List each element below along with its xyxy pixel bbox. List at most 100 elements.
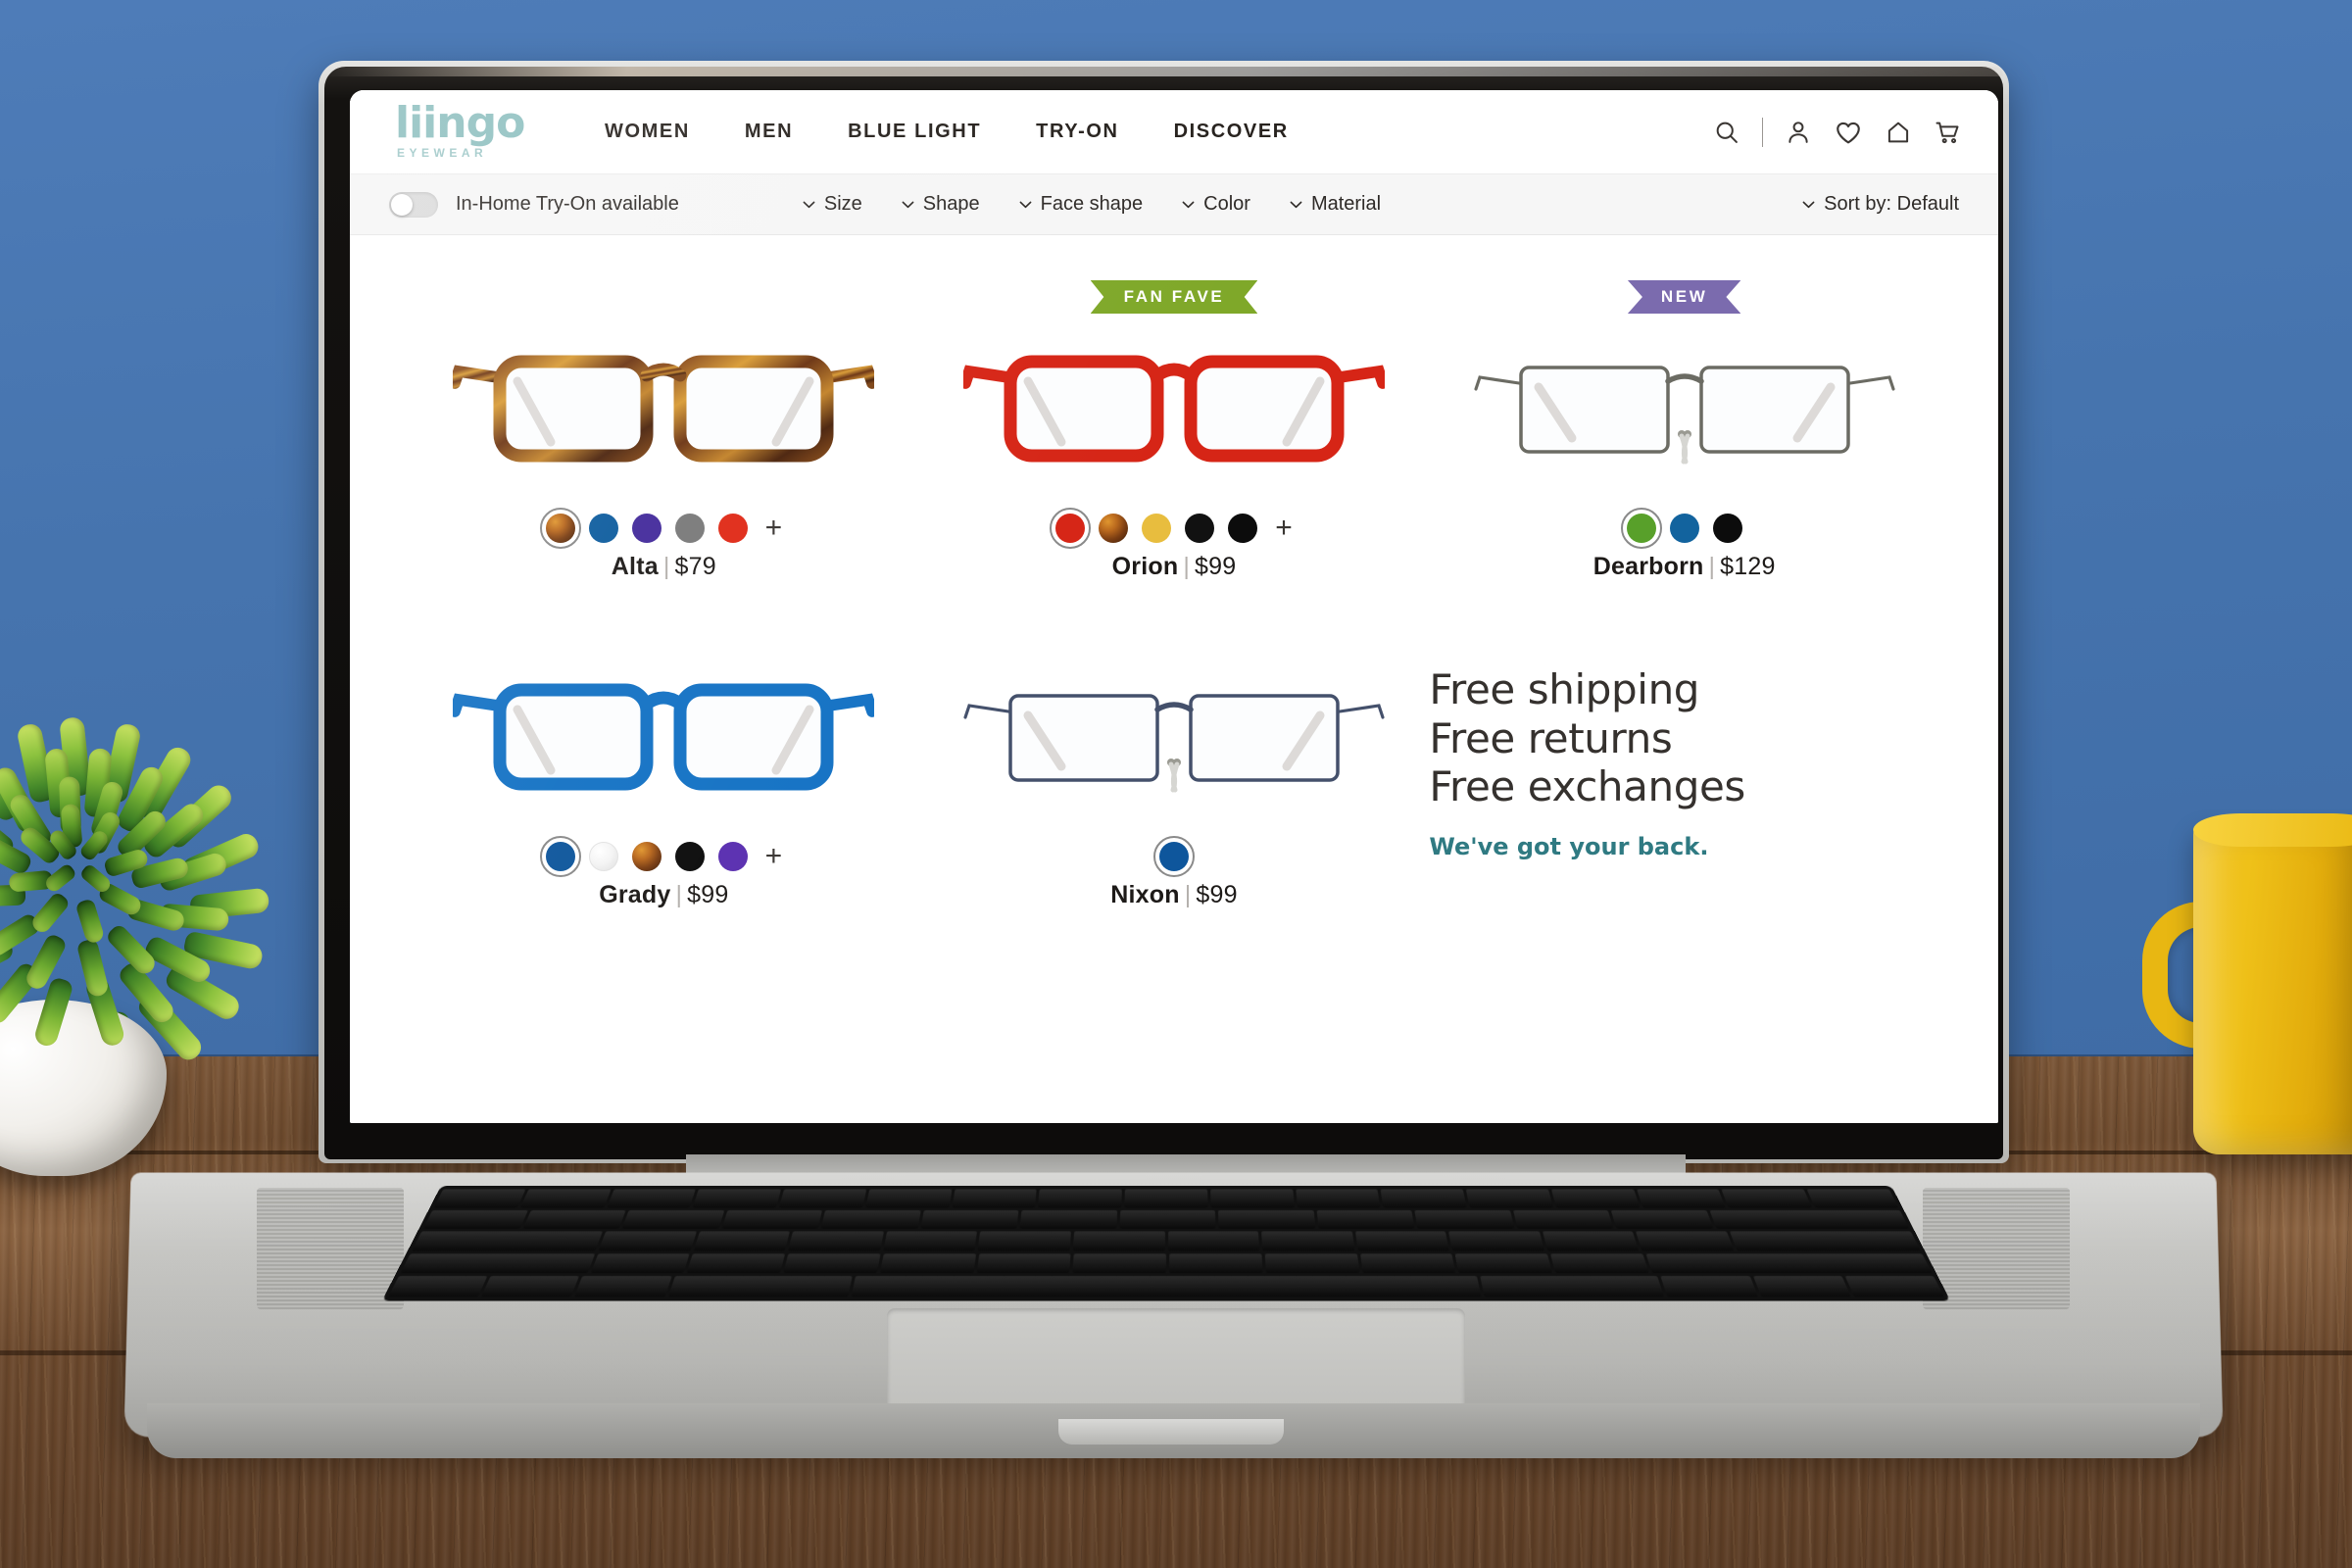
filter-material[interactable]: Material	[1290, 193, 1381, 216]
keyboard-key[interactable]	[977, 1231, 1071, 1251]
keyboard-key[interactable]	[1549, 1253, 1649, 1274]
keyboard-key[interactable]	[1465, 1189, 1553, 1208]
keyboard-key[interactable]	[1512, 1209, 1614, 1229]
keyboard-key[interactable]	[522, 1209, 626, 1229]
sort-by-dropdown[interactable]: Sort by: Default	[1802, 193, 1959, 216]
keyboard-key[interactable]	[1264, 1253, 1360, 1274]
color-swatch-black[interactable]	[1185, 514, 1215, 543]
nav-item-blue-light[interactable]: BLUE LIGHT	[848, 121, 981, 143]
color-swatch-blue[interactable]	[1669, 514, 1699, 543]
keyboard-key[interactable]	[412, 1231, 604, 1251]
color-swatch-tortoise[interactable]	[631, 842, 662, 871]
product-card-alta[interactable]: + Alta | $79	[409, 274, 919, 581]
keyboard-key[interactable]	[883, 1231, 978, 1251]
keyboard-key[interactable]	[606, 1189, 697, 1208]
nav-item-women[interactable]: WOMEN	[605, 121, 690, 143]
nav-item-discover[interactable]: DISCOVER	[1174, 121, 1289, 143]
color-swatch-blue[interactable]	[588, 514, 618, 543]
keyboard-key[interactable]	[1636, 1231, 1735, 1251]
keyboard-key[interactable]	[1316, 1209, 1415, 1229]
keyboard-key[interactable]	[1072, 1231, 1165, 1251]
keyboard-key[interactable]	[433, 1189, 526, 1208]
keyboard-key[interactable]	[788, 1231, 884, 1251]
color-swatch-blue[interactable]	[1152, 836, 1195, 877]
keyboard-key[interactable]	[1709, 1209, 1910, 1229]
keyboard-key[interactable]	[1550, 1189, 1640, 1208]
filter-color[interactable]: Color	[1182, 193, 1250, 216]
keyboard-key[interactable]	[693, 1231, 791, 1251]
more-colors-button[interactable]: +	[1275, 514, 1293, 543]
keyboard-key[interactable]	[693, 1189, 782, 1208]
keyboard-key[interactable]	[1209, 1189, 1295, 1208]
keyboard-key[interactable]	[1354, 1231, 1449, 1251]
keyboard-key[interactable]	[1645, 1253, 1933, 1274]
keyboard-key[interactable]	[920, 1209, 1019, 1229]
keyboard-key[interactable]	[1167, 1231, 1260, 1251]
product-image[interactable]	[919, 319, 1430, 506]
more-colors-button[interactable]: +	[765, 842, 783, 871]
brand-logo[interactable]: liingo EYEWEAR	[387, 102, 544, 160]
product-card-nixon[interactable]: Nixon | $99	[919, 603, 1430, 909]
color-swatch-black-matte[interactable]	[1228, 514, 1258, 543]
nav-item-try-on[interactable]: TRY-ON	[1036, 121, 1118, 143]
color-swatch-black[interactable]	[674, 842, 705, 871]
home-icon[interactable]	[1885, 119, 1912, 146]
search-icon[interactable]	[1713, 119, 1740, 146]
keyboard-key[interactable]	[686, 1253, 786, 1274]
account-icon[interactable]	[1785, 119, 1812, 146]
color-swatch-gold[interactable]	[1142, 514, 1172, 543]
laptop-keyboard[interactable]	[381, 1186, 1951, 1301]
product-image[interactable]	[919, 648, 1430, 834]
keyboard-key[interactable]	[1721, 1189, 1813, 1208]
keyboard-key[interactable]	[952, 1189, 1038, 1208]
keyboard-key[interactable]	[1119, 1209, 1216, 1229]
color-swatch-blue[interactable]	[539, 836, 581, 877]
keyboard-key[interactable]	[1660, 1276, 1758, 1298]
keyboard-key[interactable]	[1480, 1276, 1665, 1298]
keyboard-key[interactable]	[574, 1276, 672, 1298]
keyboard-key[interactable]	[1611, 1209, 1714, 1229]
keyboard-key[interactable]	[1261, 1231, 1355, 1251]
color-swatch-red[interactable]	[717, 514, 748, 543]
keyboard-key[interactable]	[598, 1231, 697, 1251]
keyboard-key[interactable]	[1019, 1209, 1117, 1229]
product-image[interactable]	[409, 319, 919, 506]
keyboard-key[interactable]	[976, 1253, 1071, 1274]
in-home-tryon-toggle[interactable]	[389, 191, 438, 218]
keyboard-key[interactable]	[1636, 1189, 1727, 1208]
nav-item-men[interactable]: MEN	[745, 121, 793, 143]
keyboard-key[interactable]	[1218, 1209, 1316, 1229]
keyboard-key[interactable]	[1124, 1189, 1208, 1208]
keyboard-key[interactable]	[400, 1253, 595, 1274]
product-card-orion[interactable]: FAN FAVE + Orion | $99	[919, 274, 1430, 581]
color-swatch-gray[interactable]	[674, 514, 705, 543]
keyboard-key[interactable]	[1806, 1189, 1899, 1208]
keyboard-key[interactable]	[1752, 1276, 1851, 1298]
color-swatch-tortoise[interactable]	[1099, 514, 1129, 543]
filter-size[interactable]: Size	[803, 193, 862, 216]
product-card-dearborn[interactable]: NEW Dearborn | $129	[1429, 274, 1939, 581]
keyboard-key[interactable]	[388, 1276, 488, 1298]
keyboard-key[interactable]	[820, 1209, 921, 1229]
wishlist-heart-icon[interactable]	[1834, 118, 1863, 147]
keyboard-key[interactable]	[1295, 1189, 1381, 1208]
product-image[interactable]	[1429, 319, 1939, 506]
color-swatch-red[interactable]	[1050, 508, 1092, 549]
keyboard-key[interactable]	[1359, 1253, 1456, 1274]
keyboard-key[interactable]	[721, 1209, 823, 1229]
keyboard-key[interactable]	[590, 1253, 690, 1274]
keyboard-key[interactable]	[1454, 1253, 1553, 1274]
keyboard-key[interactable]	[1844, 1276, 1944, 1298]
keyboard-key[interactable]	[1380, 1189, 1467, 1208]
keyboard-key[interactable]	[879, 1253, 976, 1274]
keyboard-key[interactable]	[783, 1253, 881, 1274]
keyboard-key[interactable]	[851, 1276, 1482, 1298]
keyboard-key[interactable]	[481, 1276, 580, 1298]
cart-icon[interactable]	[1934, 119, 1961, 146]
filter-shape[interactable]: Shape	[902, 193, 980, 216]
color-swatch-purple[interactable]	[717, 842, 748, 871]
product-image[interactable]	[409, 648, 919, 834]
product-card-grady[interactable]: + Grady | $99	[409, 603, 919, 909]
keyboard-key[interactable]	[621, 1209, 725, 1229]
keyboard-key[interactable]	[1414, 1209, 1515, 1229]
